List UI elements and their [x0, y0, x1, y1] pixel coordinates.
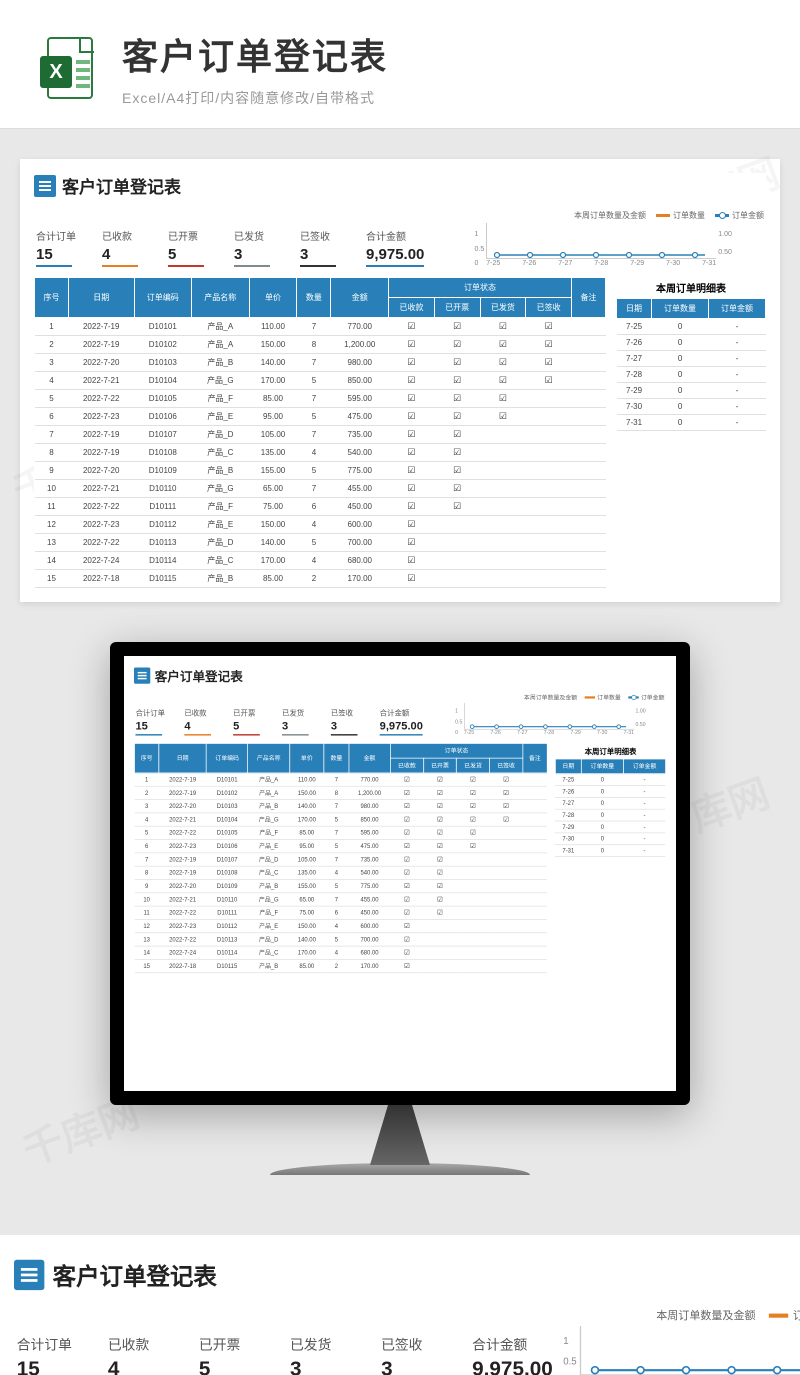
table-row: 112022-7-22D10111产品_F75.006450.00☑☑	[35, 498, 606, 516]
page-subtitle: Excel/A4打印/内容随意修改/自带格式	[122, 88, 388, 108]
stat-5: 合计金额9,975.00	[380, 707, 423, 736]
table-row: 82022-7-19D10108产品_C135.004540.00☑☑	[35, 444, 606, 462]
stats-row: 合计订单15 已收款4 已开票5 已发货3 已签收3 合计金额9,975.00 本周订单数…	[134, 690, 666, 743]
table-row: 92022-7-20D10109产品_B155.005775.00☑☑	[134, 879, 547, 892]
stat-5: 合计金额9,975.00	[366, 228, 424, 267]
side-row: 7-280-	[617, 367, 766, 383]
preview-crop: 客户订单登记表 合计订单15 已收款4 已开票5 已发货3 已签收3 合计金额9,975.…	[0, 1235, 800, 1375]
side-row: 7-300-	[617, 399, 766, 415]
side-row: 7-270-	[617, 351, 766, 367]
stats-row: 合计订单15 已收款4 已开票5 已发货3 已签收3 合计金额9,975.00 本周订单数…	[34, 206, 766, 277]
monitor-mockup: 客户订单登记表 合计订单15 已收款4 已开票5 已发货3 已签收3 合计金额9,975.…	[110, 642, 690, 1175]
weekly-chart: 本周订单数量及金额订单数量订单金额 10.50 7-257-267-277-28…	[436, 693, 664, 735]
svg-text:X: X	[49, 61, 63, 83]
stat-2: 已开票5	[199, 1333, 265, 1375]
side-row: 7-300-	[555, 833, 665, 845]
table-row: 82022-7-19D10108产品_C135.004540.00☑☑	[134, 866, 547, 879]
stat-4: 已签收3	[300, 228, 348, 267]
stat-0: 合计订单15	[17, 1333, 83, 1375]
table-row: 92022-7-20D10109产品_B155.005775.00☑☑	[35, 462, 606, 480]
header: X 客户订单登记表 Excel/A4打印/内容随意修改/自带格式	[0, 0, 800, 129]
side-row: 7-290-	[555, 821, 665, 833]
stat-0: 合计订单15	[135, 707, 171, 736]
orders-table: 序号日期订单编码产品名称单价数量金额订单状态备注 已收款已开票已发货已签收120…	[134, 743, 548, 973]
table-row: 112022-7-22D10111产品_F75.006450.00☑☑	[134, 906, 547, 919]
table-row: 122022-7-23D10112产品_E150.004600.00☑	[35, 516, 606, 534]
orders-table: 序号日期订单编码产品名称单价数量金额订单状态备注 已收款已开票已发货已签收120…	[34, 277, 606, 588]
stat-3: 已发货3	[282, 707, 318, 736]
stat-2: 已开票5	[168, 228, 216, 267]
table-row: 22022-7-19D10102产品_A150.0081,200.00☑☑☑☑	[134, 786, 547, 799]
stat-1: 已收款4	[102, 228, 150, 267]
side-row: 7-290-	[617, 383, 766, 399]
side-row: 7-250-	[555, 774, 665, 786]
table-row: 42022-7-21D10104产品_G170.005850.00☑☑☑☑	[35, 372, 606, 390]
table-row: 72022-7-19D10107产品_D105.007735.00☑☑	[134, 853, 547, 866]
page-title: 客户订单登记表	[122, 28, 388, 80]
table-row: 42022-7-21D10104产品_G170.005850.00☑☑☑☑	[134, 813, 547, 826]
stat-2: 已开票5	[233, 707, 269, 736]
weekly-chart: 本周订单数量及金额订单数量订单金额 10.50 7-257-267-277-28…	[563, 1308, 800, 1375]
table-row: 12022-7-19D10101产品_A110.007770.00☑☑☑☑	[35, 318, 606, 336]
stats-row: 合计订单15已收款4已开票5已发货3已签收3合计金额9,975.00 本周订单数…	[14, 1303, 786, 1375]
excel-icon: X	[36, 34, 104, 102]
table-row: 32022-7-20D10103产品_B140.007980.00☑☑☑☑	[134, 800, 547, 813]
weekly-chart: 本周订单数量及金额订单数量订单金额 10.50 7-257-267-277-28…	[442, 210, 764, 267]
sheet-header: 客户订单登记表	[134, 666, 666, 685]
side-row: 7-310-	[617, 415, 766, 431]
weekly-detail-table: 本周订单明细表日期订单数量订单金额7-250-7-260-7-270-7-280…	[555, 743, 666, 973]
side-row: 7-310-	[555, 845, 665, 857]
side-row: 7-260-	[555, 786, 665, 798]
list-icon	[14, 1259, 44, 1289]
table-row: 32022-7-20D10103产品_B140.007980.00☑☑☑☑	[35, 354, 606, 372]
sheet-header: 客户订单登记表	[34, 173, 766, 198]
table-row: 62022-7-23D10106产品_E95.005475.00☑☑☑	[134, 840, 547, 853]
side-row: 7-270-	[555, 797, 665, 809]
table-row: 22022-7-19D10102产品_A150.0081,200.00☑☑☑☑	[35, 336, 606, 354]
table-row: 102022-7-21D10110产品_G65.007455.00☑☑	[35, 480, 606, 498]
list-icon	[134, 667, 150, 683]
table-row: 132022-7-22D10113产品_D140.005700.00☑	[134, 933, 547, 946]
stat-1: 已收款4	[184, 707, 220, 736]
table-row: 52022-7-22D10105产品_F85.007595.00☑☑☑	[134, 826, 547, 839]
table-row: 142022-7-24D10114产品_C170.004680.00☑	[134, 946, 547, 959]
table-row: 152022-7-18D10115产品_B85.002170.00☑	[134, 959, 547, 972]
table-row: 12022-7-19D10101产品_A110.007770.00☑☑☑☑	[134, 773, 547, 786]
weekly-detail-table: 本周订单明细表日期订单数量订单金额7-250-7-260-7-270-7-280…	[616, 277, 766, 588]
list-icon	[34, 175, 56, 197]
stat-3: 已发货3	[234, 228, 282, 267]
table-row: 122022-7-23D10112产品_E150.004600.00☑	[134, 919, 547, 932]
stat-5: 合计金额9,975.00	[472, 1333, 538, 1375]
stat-4: 已签收3	[381, 1333, 447, 1375]
stat-1: 已收款4	[108, 1333, 174, 1375]
table-row: 52022-7-22D10105产品_F85.007595.00☑☑☑	[35, 390, 606, 408]
table-row: 62022-7-23D10106产品_E95.005475.00☑☑☑	[35, 408, 606, 426]
table-row: 132022-7-22D10113产品_D140.005700.00☑	[35, 534, 606, 552]
stat-3: 已发货3	[290, 1333, 356, 1375]
table-row: 102022-7-21D10110产品_G65.007455.00☑☑	[134, 893, 547, 906]
table-row: 142022-7-24D10114产品_C170.004680.00☑	[35, 552, 606, 570]
side-row: 7-280-	[555, 809, 665, 821]
preview-sheet: 客户订单登记表 合计订单15 已收款4 已开票5 已发货3 已签收3 合计金额9,975.…	[20, 159, 780, 602]
stat-0: 合计订单15	[36, 228, 84, 267]
sheet-header: 客户订单登记表	[14, 1257, 786, 1292]
table-row: 72022-7-19D10107产品_D105.007735.00☑☑	[35, 426, 606, 444]
table-row: 152022-7-18D10115产品_B85.002170.00☑	[35, 570, 606, 588]
side-row: 7-260-	[617, 335, 766, 351]
stat-4: 已签收3	[331, 707, 367, 736]
side-row: 7-250-	[617, 319, 766, 335]
